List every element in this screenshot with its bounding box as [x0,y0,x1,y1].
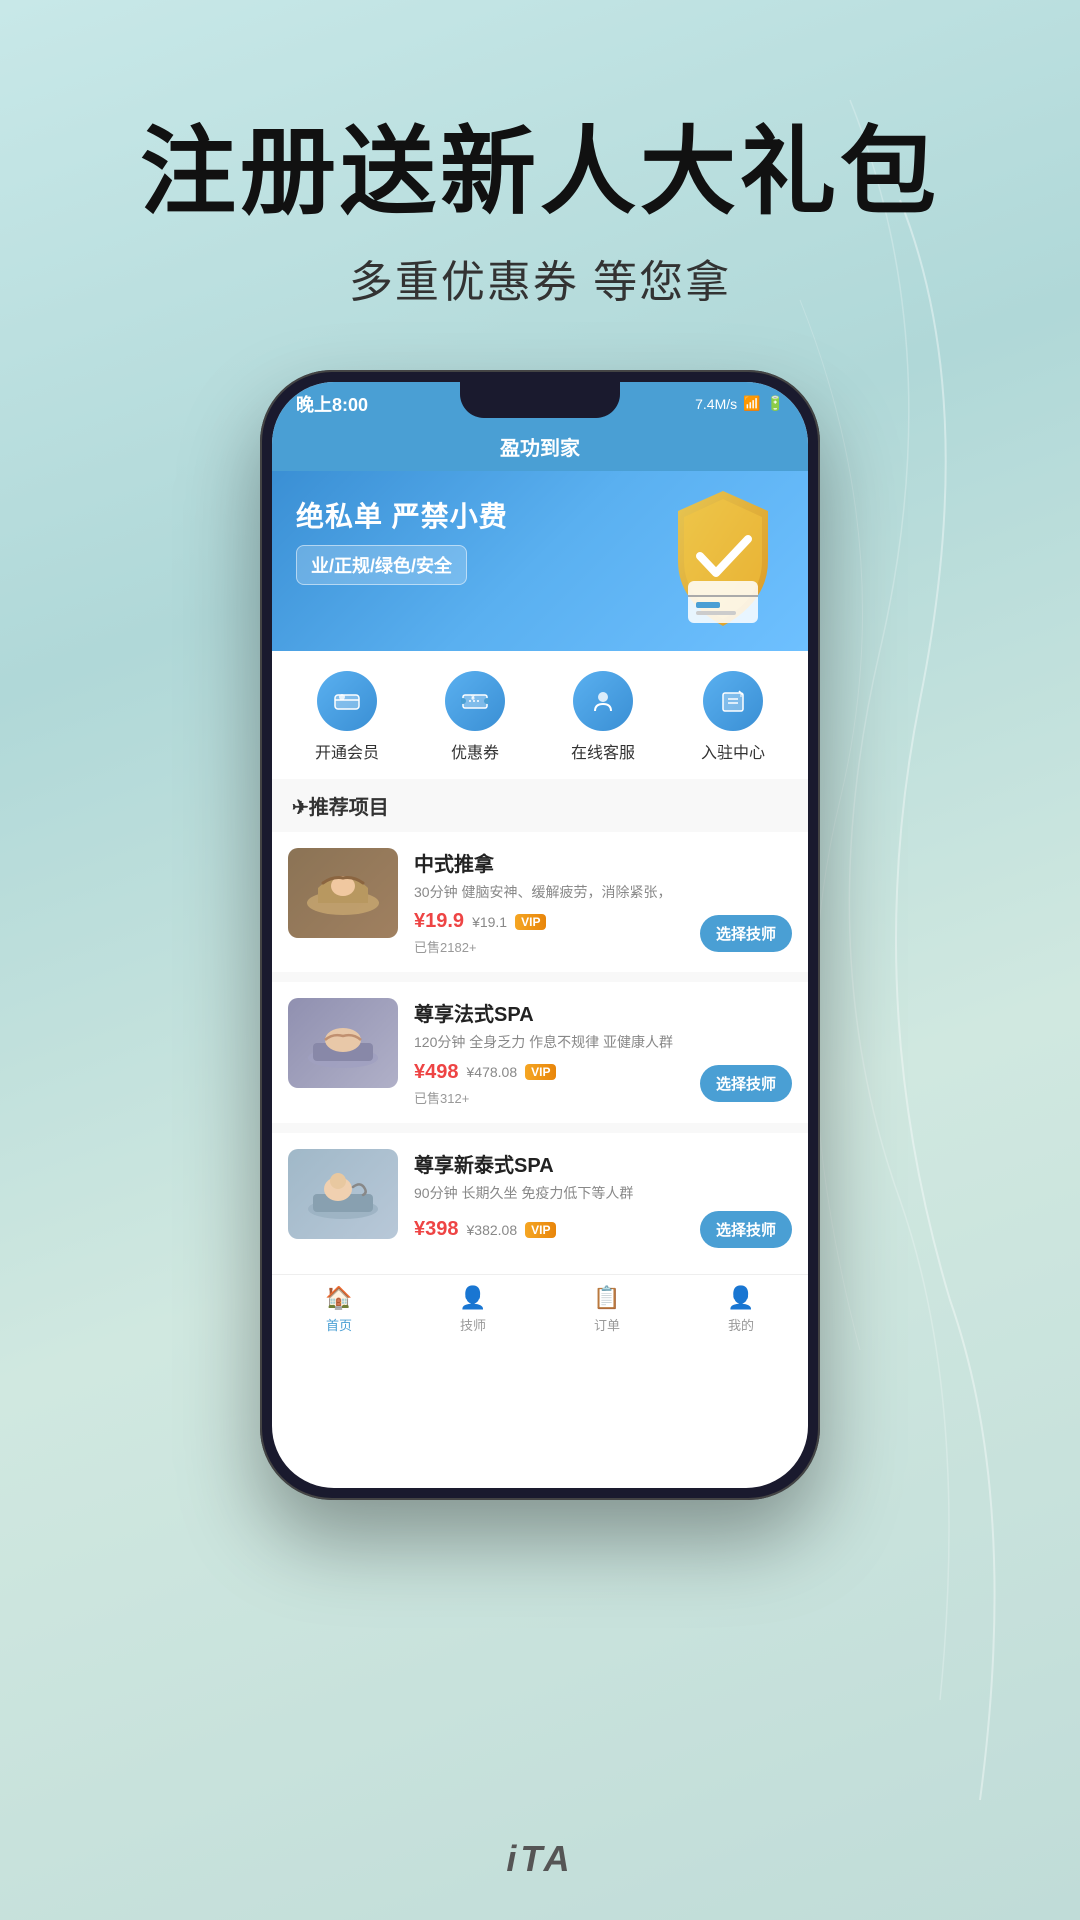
phone-outer: 晚上8:00 7.4M/s 📶 🔋 盈功到家 绝私单 严禁小费 业/正规/绿色/… [260,370,820,1500]
select-btn-2[interactable]: 选择技师 [700,1065,792,1102]
service-price-row-1: ¥19.9 ¥19.1 VIP 已售2182+ 选择技师 [414,910,792,956]
price-vip-1: ¥19.1 [472,914,507,930]
service-img-2 [288,998,398,1088]
service-img-3 [288,1149,398,1239]
status-icons: 7.4M/s 📶 🔋 [695,395,784,412]
order-icon: 📋 [593,1285,620,1311]
service-desc-2: 120分钟 全身乏力 作息不规律 亚健康人群 [414,1033,792,1053]
status-time: 晚上8:00 [296,391,368,417]
banner-shield [658,481,788,631]
bottom-nav: 🏠 首页 👤 技师 📋 订单 👤 我的 [272,1274,808,1342]
menu-label-membership: 开通会员 [315,739,379,763]
status-bar: 晚上8:00 7.4M/s 📶 🔋 [272,382,808,426]
menu-item-service[interactable]: 在线客服 [571,671,635,763]
service-list: 中式推拿 30分钟 健脑安神、缓解疲劳，消除紧张， ¥19.9 ¥19.1 VI… [272,832,808,1265]
nav-item-home[interactable]: 🏠 首页 [272,1275,406,1342]
price-vip-2: ¥478.08 [467,1064,518,1080]
service-name-2: 尊享法式SPA [414,998,792,1027]
nav-item-technician[interactable]: 👤 技师 [406,1275,540,1342]
home-icon: 🏠 [325,1285,352,1311]
price-area-2: ¥498 ¥478.08 VIP [414,1061,556,1084]
order-label: 订单 [594,1315,620,1334]
technician-label: 技师 [460,1315,486,1334]
app-title: 盈功到家 [272,426,808,471]
signal-text: 7.4M/s [695,396,737,412]
nav-item-order[interactable]: 📋 订单 [540,1275,674,1342]
select-btn-1[interactable]: 选择技师 [700,915,792,952]
hero-subtitle: 多重优惠券 等您拿 [0,246,1080,310]
phone-mockup: 晚上8:00 7.4M/s 📶 🔋 盈功到家 绝私单 严禁小费 业/正规/绿色/… [0,370,1080,1500]
profile-icon: 👤 [727,1285,754,1311]
home-label: 首页 [326,1315,352,1334]
hero-section: 注册送新人大礼包 多重优惠券 等您拿 [0,0,1080,310]
section-title: ✈推荐项目 [272,779,808,832]
wifi-icon: 📶 [743,395,760,412]
service-info-2: 尊享法式SPA 120分钟 全身乏力 作息不规律 亚健康人群 ¥498 ¥478… [414,998,792,1107]
technician-icon: 👤 [459,1285,486,1311]
service-item-1: 中式推拿 30分钟 健脑安神、缓解疲劳，消除紧张， ¥19.9 ¥19.1 VI… [272,832,808,973]
service-info-3: 尊享新泰式SPA 90分钟 长期久坐 免疫力低下等人群 ¥398 ¥382.08… [414,1149,792,1249]
quick-menu: 开通会员 ¥ 优惠券 [272,651,808,779]
settle-icon [703,671,763,731]
menu-label-service: 在线客服 [571,739,635,763]
svg-text:¥: ¥ [471,695,475,702]
battery-icon: 🔋 [767,395,784,412]
service-price-row-2: ¥498 ¥478.08 VIP 已售312+ 选择技师 [414,1061,792,1107]
select-btn-3[interactable]: 选择技师 [700,1211,792,1248]
service-item-3: 尊享新泰式SPA 90分钟 长期久坐 免疫力低下等人群 ¥398 ¥382.08… [272,1133,808,1265]
price-vip-3: ¥382.08 [467,1222,518,1238]
price-main-1: ¥19.9 [414,910,464,933]
menu-label-coupon: 优惠券 [451,739,499,763]
price-area-3: ¥398 ¥382.08 VIP [414,1218,556,1241]
vip-badge-3: VIP [525,1222,556,1238]
price-main-2: ¥498 [414,1061,459,1084]
sold-count-2: 已售312+ [414,1088,556,1107]
service-info-1: 中式推拿 30分钟 健脑安神、缓解疲劳，消除紧张， ¥19.9 ¥19.1 VI… [414,848,792,957]
notch [460,382,620,418]
nav-item-profile[interactable]: 👤 我的 [674,1275,808,1342]
menu-item-coupon[interactable]: ¥ 优惠券 [445,671,505,763]
membership-icon [317,671,377,731]
banner-text2: 业/正规/绿色/安全 [296,545,467,585]
sold-count-1: 已售2182+ [414,937,546,956]
vip-badge-2: VIP [525,1064,556,1080]
hero-title: 注册送新人大礼包 [0,120,1080,226]
price-area-1: ¥19.9 ¥19.1 VIP [414,910,546,933]
bottom-brand: iTA [0,1838,1080,1880]
service-price-row-3: ¥398 ¥382.08 VIP 选择技师 [414,1211,792,1248]
menu-item-settle[interactable]: 入驻中心 [701,671,765,763]
price-main-3: ¥398 [414,1218,459,1241]
service-item-2: 尊享法式SPA 120分钟 全身乏力 作息不规律 亚健康人群 ¥498 ¥478… [272,982,808,1123]
brand-text: iTA [506,1838,573,1879]
service-icon [573,671,633,731]
profile-label: 我的 [728,1315,754,1334]
service-name-3: 尊享新泰式SPA [414,1149,792,1178]
service-desc-1: 30分钟 健脑安神、缓解疲劳，消除紧张， [414,883,792,903]
banner: 绝私单 严禁小费 业/正规/绿色/安全 [272,471,808,651]
vip-badge-1: VIP [515,914,546,930]
phone-inner: 晚上8:00 7.4M/s 📶 🔋 盈功到家 绝私单 严禁小费 业/正规/绿色/… [272,382,808,1488]
menu-item-membership[interactable]: 开通会员 [315,671,379,763]
service-img-1 [288,848,398,938]
service-name-1: 中式推拿 [414,848,792,877]
menu-label-settle: 入驻中心 [701,739,765,763]
coupon-icon: ¥ [445,671,505,731]
service-desc-3: 90分钟 长期久坐 免疫力低下等人群 [414,1184,792,1204]
